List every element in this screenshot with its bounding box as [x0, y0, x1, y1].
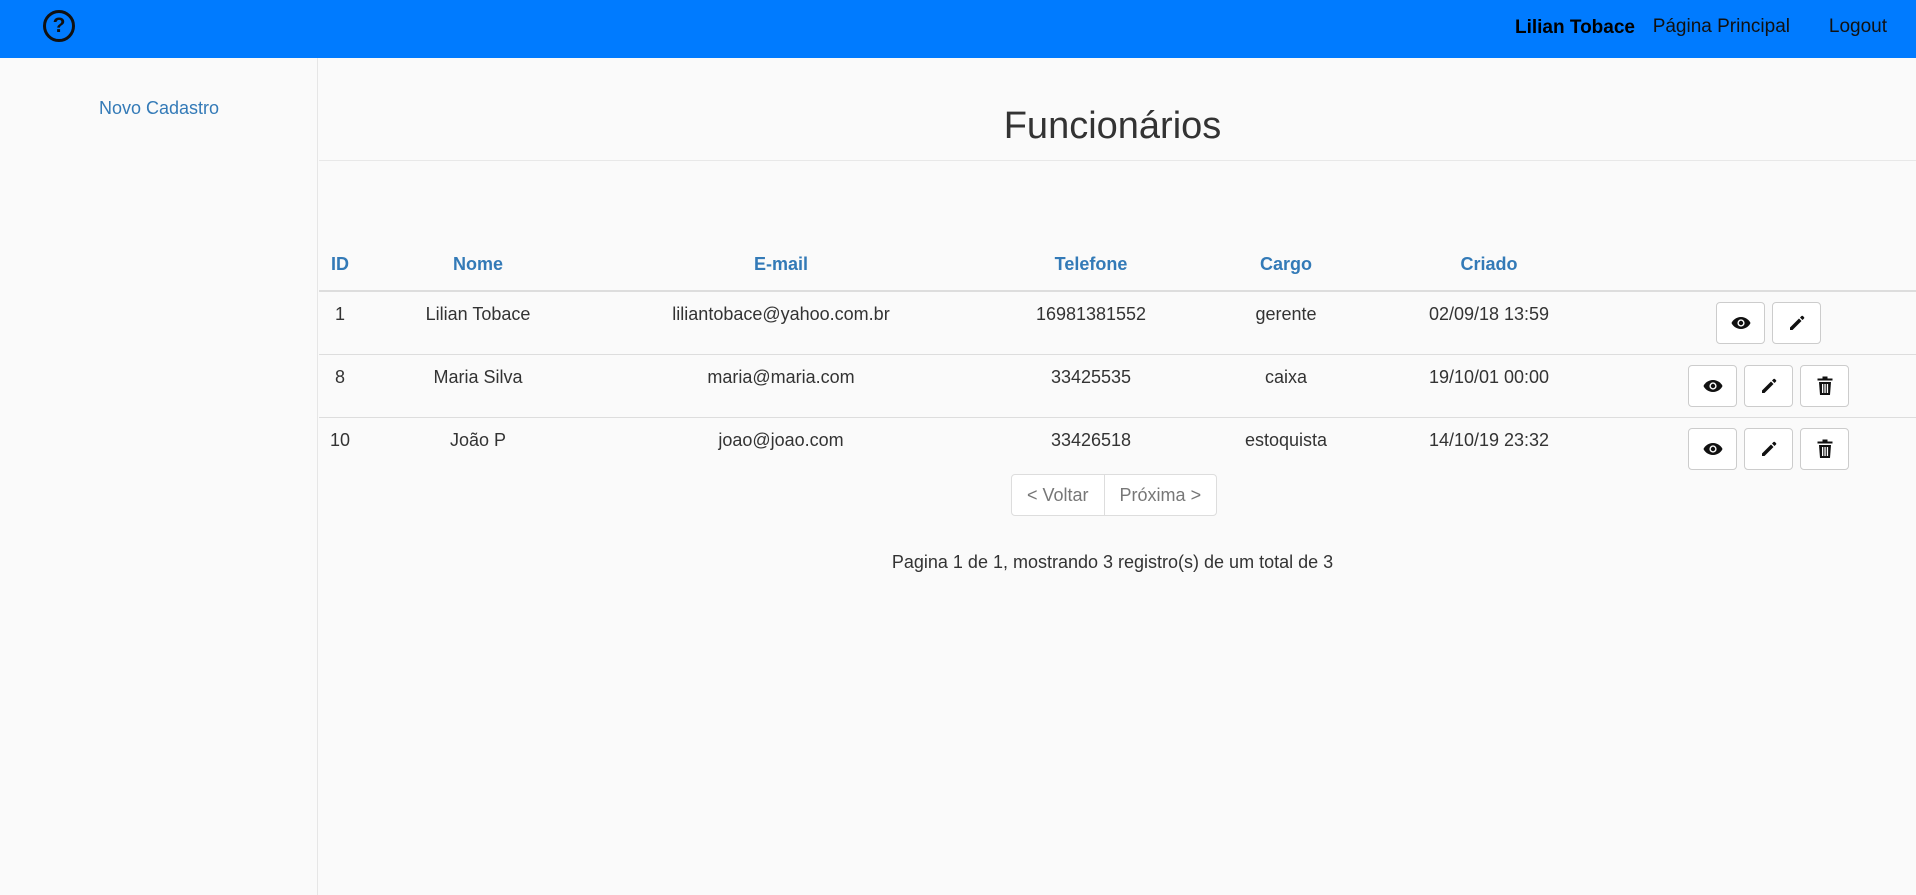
cell-role: caixa [1215, 354, 1357, 418]
column-header-role: Cargo [1215, 238, 1357, 292]
column-header-actions [1621, 238, 1916, 292]
edit-button[interactable] [1772, 302, 1821, 344]
cell-actions [1621, 354, 1916, 418]
cell-email: liliantobace@yahoo.com.br [595, 291, 967, 355]
cell-created: 02/09/18 13:59 [1357, 291, 1621, 355]
pencil-icon [1761, 378, 1776, 393]
delete-button[interactable] [1800, 364, 1849, 407]
cell-id: 10 [329, 429, 351, 450]
view-button[interactable] [1716, 302, 1765, 344]
column-header-phone: Telefone [967, 238, 1215, 292]
pencil-icon [1789, 315, 1804, 330]
table-header-row: ID Nome E-mail Telefone Cargo Criado [319, 238, 1916, 292]
table-row: 1 Lilian Tobace liliantobace@yahoo.com.b… [319, 291, 1916, 355]
sidebar: Novo Cadastro [0, 58, 318, 895]
eye-icon [1703, 379, 1722, 392]
column-header-email: E-mail [595, 238, 967, 292]
pagination: < Voltar Próxima > [1011, 474, 1218, 516]
nav-user-name[interactable]: Lilian Tobace [1515, 17, 1635, 39]
cell-name: Lilian Tobace [361, 291, 595, 355]
table-row: 8 Maria Silva maria@maria.com 33425535 c… [319, 354, 1916, 418]
cell-role: gerente [1215, 291, 1357, 355]
main-content: Funcionários ID Nome E-mail Telefone Car… [319, 58, 1916, 895]
cell-phone: 33426518 [1050, 429, 1132, 450]
column-header-name: Nome [361, 238, 595, 292]
cell-actions [1621, 291, 1916, 355]
cell-created: 14/10/19 23:32 [1428, 429, 1550, 450]
cell-role: estoquista [1244, 429, 1328, 450]
view-button[interactable] [1688, 427, 1737, 470]
cell-actions [1621, 417, 1916, 480]
trash-icon [1817, 439, 1832, 458]
eye-icon [1731, 317, 1750, 329]
pagination-info: Pagina 1 de 1, mostrando 3 registro(s) d… [891, 552, 1334, 572]
cell-phone: 33425535 [967, 354, 1215, 418]
delete-button[interactable] [1800, 427, 1849, 470]
employees-table: ID Nome E-mail Telefone Cargo Criado 1 L… [319, 238, 1916, 480]
cell-email: joao@joao.com [718, 429, 844, 450]
cell-id: 1 [319, 291, 361, 355]
cell-email: maria@maria.com [595, 354, 967, 418]
cell-id: 8 [319, 354, 361, 418]
pagination-next-button[interactable]: Próxima > [1103, 475, 1217, 515]
table-row: 10 João P joao@joao.com 33426518 estoqui… [319, 417, 1916, 480]
help-icon[interactable]: ? [43, 10, 75, 42]
cell-name: João P [449, 429, 507, 450]
help-glyph: ? [52, 14, 66, 37]
column-header-created: Criado [1357, 238, 1621, 292]
nav-home-link[interactable]: Página Principal [1653, 16, 1790, 38]
pagination-prev-button[interactable]: < Voltar [1012, 475, 1104, 515]
column-header-id: ID [319, 238, 361, 292]
pencil-icon [1761, 441, 1776, 456]
cell-created: 19/10/01 00:00 [1357, 354, 1621, 418]
top-navbar: ? Lilian Tobace Página Principal Logout [0, 0, 1916, 58]
cell-name: Maria Silva [361, 354, 595, 418]
title-divider [319, 160, 1916, 161]
page-title: Funcionários [1003, 105, 1222, 147]
new-employee-link[interactable]: Novo Cadastro [0, 98, 318, 119]
trash-icon [1817, 376, 1832, 395]
cell-phone: 16981381552 [967, 291, 1215, 355]
edit-button[interactable] [1744, 427, 1793, 470]
edit-button[interactable] [1744, 364, 1793, 407]
view-button[interactable] [1688, 364, 1737, 407]
nav-logout-link[interactable]: Logout [1829, 16, 1887, 38]
eye-icon [1703, 442, 1722, 455]
